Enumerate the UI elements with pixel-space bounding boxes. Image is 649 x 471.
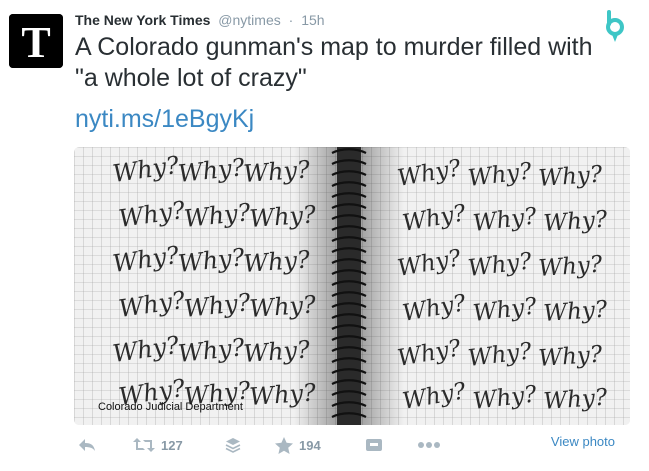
handwritten-word: Why? xyxy=(538,342,604,372)
tweet-actions: 127 194 View photo xyxy=(75,432,635,458)
handwritten-word: Why? xyxy=(248,200,316,233)
reply-icon xyxy=(79,439,95,451)
handwritten-word: Why? xyxy=(538,162,604,192)
handwritten-word: Why? xyxy=(543,385,609,415)
favorite-count: 194 xyxy=(299,437,321,453)
buffer-button[interactable] xyxy=(225,432,241,458)
buffer-stack-icon xyxy=(225,438,241,453)
tweet-text: A Colorado gunman's map to murder filled… xyxy=(75,33,593,92)
star-icon xyxy=(275,436,293,454)
retweet-icon xyxy=(133,438,155,452)
retweet-button[interactable]: 127 xyxy=(133,432,183,458)
tweet-header: The New York Times @nytimes · 15h xyxy=(75,12,325,28)
avatar[interactable]: T xyxy=(9,14,63,68)
handwritten-word: Why? xyxy=(543,297,609,327)
retweet-count: 127 xyxy=(161,437,183,453)
tweet-photo[interactable]: Why? Why? Why? Why? Why? Why? Why? Why? Why? Why?… xyxy=(74,147,630,425)
handwritten-word: Why? xyxy=(242,335,310,368)
nyt-logo-icon: T xyxy=(9,14,63,68)
handwritten-word: Why? xyxy=(543,207,609,237)
reply-button[interactable] xyxy=(77,432,97,458)
handwritten-word: Why? xyxy=(538,252,604,282)
tweet-link[interactable]: nyti.ms/1eBgyKj xyxy=(75,104,254,134)
handwritten-word: Why? xyxy=(242,245,310,278)
notebook-photo: Why? Why? Why? Why? Why? Why? Why? Why? Why? Why?… xyxy=(74,147,630,425)
svg-text:T: T xyxy=(21,18,50,67)
photo-credit: Colorado Judicial Department xyxy=(98,401,243,413)
view-photo-link[interactable]: View photo xyxy=(551,434,615,449)
author-handle[interactable]: @nytimes xyxy=(218,12,280,28)
bitly-pin-icon[interactable] xyxy=(604,10,626,49)
extension-icon xyxy=(366,439,382,451)
author-name[interactable]: The New York Times xyxy=(75,12,210,28)
header-separator: · xyxy=(288,12,294,28)
more-dots-icon xyxy=(418,442,440,448)
tweet-timestamp[interactable]: 15h xyxy=(301,12,324,28)
extension-button[interactable] xyxy=(365,432,383,458)
favorite-button[interactable]: 194 xyxy=(275,432,321,458)
tweet-card: T The New York Times @nytimes · 15h A Co… xyxy=(0,0,649,471)
handwritten-word: Why? xyxy=(248,378,316,411)
handwritten-word: Why? xyxy=(242,155,310,188)
more-button[interactable] xyxy=(417,432,441,458)
handwritten-word: Why? xyxy=(248,290,316,323)
